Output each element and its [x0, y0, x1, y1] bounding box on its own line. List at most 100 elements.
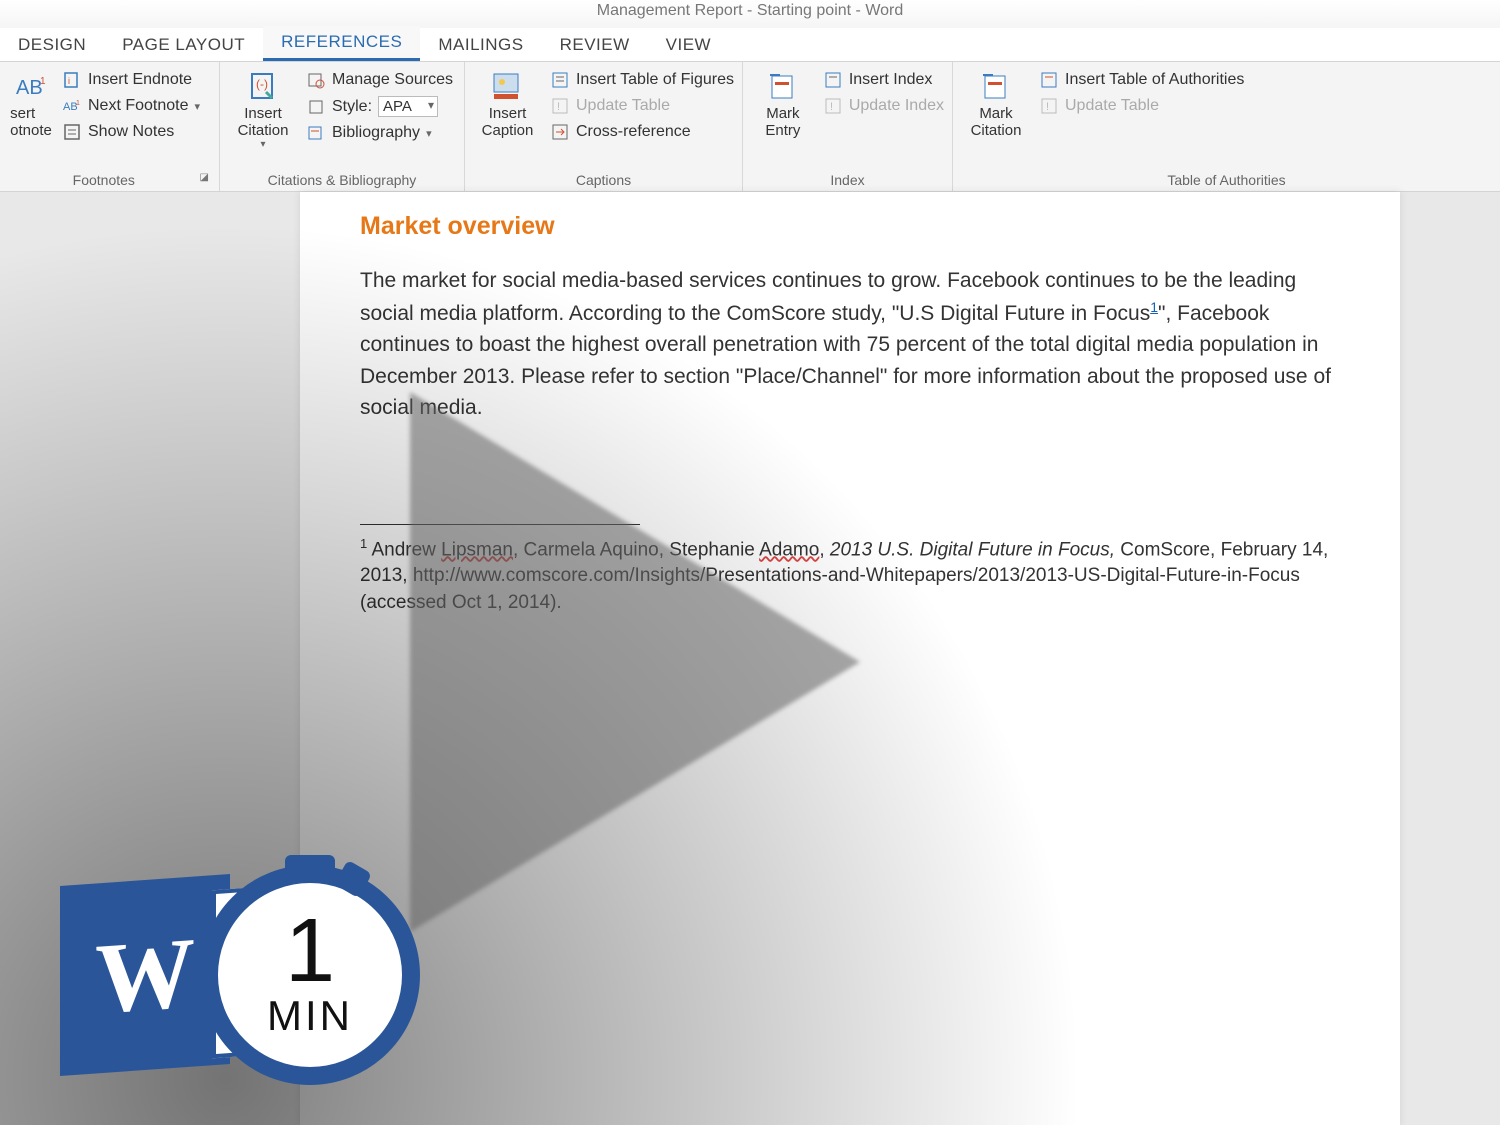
group-label-toa: Table of Authorities: [961, 169, 1492, 191]
style-icon: [306, 97, 326, 117]
next-footnote-label: Next Footnote: [88, 97, 189, 115]
footnote-separator: [360, 524, 640, 525]
update-index-label: Update Index: [849, 97, 944, 115]
tab-page-layout[interactable]: PAGE LAYOUT: [104, 29, 263, 61]
para-text-1: The market for social media-based servic…: [360, 269, 1296, 325]
mark-citation-icon: [979, 70, 1013, 104]
insert-caption-button[interactable]: Insert Caption: [473, 66, 542, 139]
group-citations: (-) Insert Citation ▾ Manage Sources Sty…: [220, 62, 465, 191]
bibliography-icon: [306, 123, 326, 143]
svg-text:1: 1: [76, 100, 80, 107]
mark-entry-button[interactable]: Mark Entry: [751, 66, 815, 139]
svg-text:i: i: [68, 76, 70, 86]
insert-caption-label: Insert Caption: [482, 106, 534, 139]
insert-footnote-label-top: sert: [10, 105, 35, 122]
insert-index-button[interactable]: Insert Index: [823, 70, 944, 90]
next-footnote-icon: AB1: [62, 96, 82, 116]
dropdown-icon: ▾: [426, 127, 432, 140]
stopwatch-icon: 1 MIN: [200, 865, 420, 1085]
group-captions: Insert Caption Insert Table of Figures !…: [465, 62, 743, 191]
tof-icon: [550, 70, 570, 90]
ribbon-tabs: DESIGN PAGE LAYOUT REFERENCES MAILINGS R…: [0, 28, 1500, 62]
manage-sources-label: Manage Sources: [332, 71, 453, 89]
fn-name1: Lipsman: [441, 539, 513, 560]
svg-text:AB: AB: [16, 77, 43, 99]
tab-view[interactable]: VIEW: [648, 29, 729, 61]
svg-text:1: 1: [40, 76, 46, 87]
group-label-captions: Captions: [473, 169, 734, 191]
insert-footnote-button[interactable]: AB1 sertotnote: [8, 66, 54, 139]
insert-endnote-label: Insert Endnote: [88, 71, 192, 89]
insert-index-icon: [823, 70, 843, 90]
tab-mailings[interactable]: MAILINGS: [420, 29, 541, 61]
thumbnail-badge: W 1 MIN: [60, 865, 420, 1085]
insert-tof-label: Insert Table of Figures: [576, 71, 734, 89]
update-icon: !: [550, 96, 570, 116]
next-footnote-button[interactable]: AB1 Next Footnote ▾: [62, 96, 200, 116]
timer-min-label: MIN: [267, 992, 353, 1040]
fn-name2: Adamo: [759, 539, 819, 560]
mark-citation-label: Mark Citation: [971, 106, 1022, 139]
footnote-reference[interactable]: 1: [1150, 299, 1158, 315]
cross-reference-button[interactable]: Cross-reference: [550, 122, 734, 142]
citation-icon: (-): [246, 70, 280, 104]
update-toa-label: Update Table: [1065, 97, 1159, 115]
dialog-launcher-icon[interactable]: ◪: [200, 172, 209, 183]
insert-citation-button[interactable]: (-) Insert Citation ▾: [228, 66, 298, 150]
group-label-footnotes: Footnotes◪: [8, 169, 211, 191]
document-page[interactable]: Market overview The market for social me…: [300, 192, 1400, 1125]
manage-sources-button[interactable]: Manage Sources: [306, 70, 453, 90]
fn-a: Andrew: [367, 539, 441, 560]
show-notes-label: Show Notes: [88, 123, 174, 141]
footnote-icon: AB1: [14, 70, 48, 104]
insert-citation-label: Insert Citation: [238, 106, 289, 139]
window-title: Management Report - Starting point - Wor…: [0, 0, 1500, 28]
insert-index-label: Insert Index: [849, 71, 933, 89]
update-toa-button: ! Update Table: [1039, 96, 1244, 116]
insert-toa-label: Insert Table of Authorities: [1065, 71, 1244, 89]
show-notes-button[interactable]: Show Notes: [62, 122, 200, 142]
document-area[interactable]: Market overview The market for social me…: [0, 192, 1500, 1125]
mark-citation-button[interactable]: Mark Citation: [961, 66, 1031, 139]
cross-reference-label: Cross-reference: [576, 123, 691, 141]
tab-review[interactable]: REVIEW: [542, 29, 648, 61]
svg-text:!: !: [557, 101, 560, 113]
mark-entry-label: Mark Entry: [765, 106, 800, 139]
caption-icon: [490, 70, 524, 104]
update-index-icon: !: [823, 96, 843, 116]
citation-style-row: Style: APA: [306, 96, 453, 117]
insert-footnote-label-bottom: otnote: [10, 122, 52, 139]
svg-text:(-): (-): [256, 77, 268, 91]
ribbon: AB1 sertotnote i Insert Endnote AB1 Next…: [0, 62, 1500, 192]
insert-endnote-button[interactable]: i Insert Endnote: [62, 70, 200, 90]
footnote-text[interactable]: 1 Andrew Lipsman, Carmela Aquino, Stepha…: [360, 535, 1340, 617]
insert-toa-button[interactable]: Insert Table of Authorities: [1039, 70, 1244, 90]
style-dropdown[interactable]: APA: [378, 96, 438, 117]
update-index-button: ! Update Index: [823, 96, 944, 116]
dropdown-icon: ▾: [195, 100, 201, 113]
svg-text:!: !: [830, 101, 833, 113]
document-heading[interactable]: Market overview: [360, 212, 1340, 241]
bibliography-button[interactable]: Bibliography ▾: [306, 123, 453, 143]
show-notes-icon: [62, 122, 82, 142]
mark-entry-icon: [766, 70, 800, 104]
group-index: Mark Entry Insert Index ! Update Index I…: [743, 62, 953, 191]
style-label: Style:: [332, 98, 372, 116]
manage-sources-icon: [306, 70, 326, 90]
tab-design[interactable]: DESIGN: [0, 29, 104, 61]
timer-number: 1: [285, 911, 335, 992]
group-label-citations: Citations & Bibliography: [228, 169, 456, 191]
fn-italic: 2013 U.S. Digital Future in Focus,: [830, 539, 1115, 560]
insert-toa-icon: [1039, 70, 1059, 90]
document-paragraph[interactable]: The market for social media-based servic…: [360, 265, 1340, 424]
fn-b: , Carmela Aquino, Stephanie: [513, 539, 759, 560]
bibliography-label: Bibliography: [332, 124, 420, 142]
group-toa: Mark Citation Insert Table of Authoritie…: [953, 62, 1500, 191]
update-toa-icon: !: [1039, 96, 1059, 116]
insert-tof-button[interactable]: Insert Table of Figures: [550, 70, 734, 90]
endnote-icon: i: [62, 70, 82, 90]
group-label-index: Index: [751, 169, 944, 191]
group-footnotes: AB1 sertotnote i Insert Endnote AB1 Next…: [0, 62, 220, 191]
tab-references[interactable]: REFERENCES: [263, 26, 420, 61]
fn-c: ,: [819, 539, 830, 560]
